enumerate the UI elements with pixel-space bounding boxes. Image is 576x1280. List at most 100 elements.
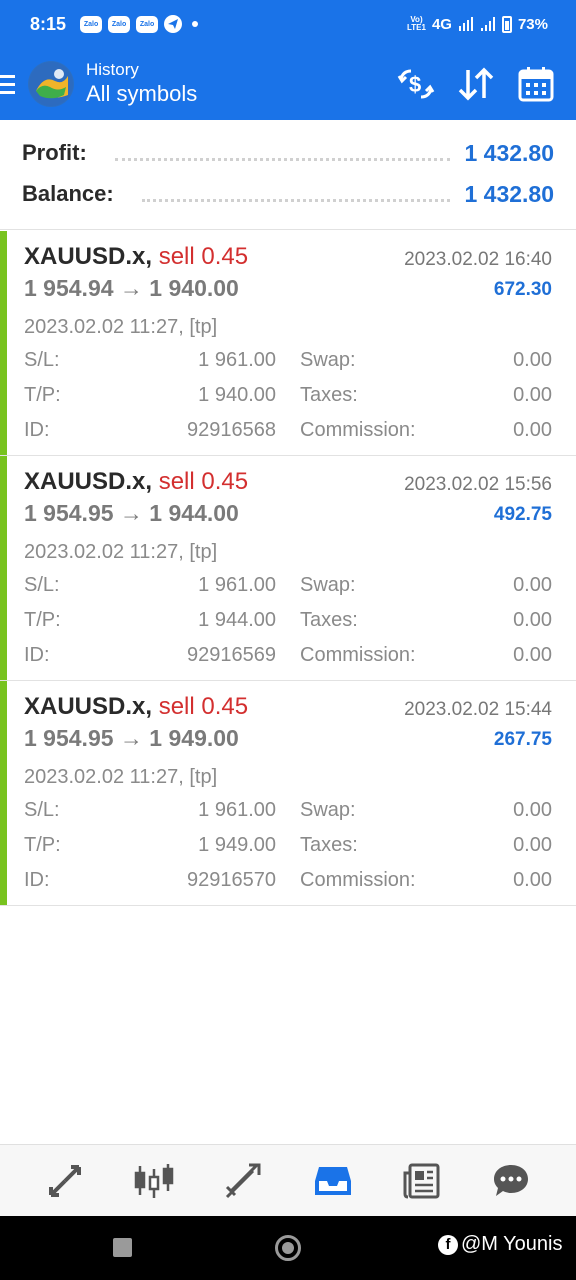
deal-close-time: 2023.02.02 15:56 [404,474,552,495]
deal-symbol: XAUUSD.x, [24,468,153,495]
zalo-icon: Zalo [136,15,159,33]
deal-row-tp: T/P: 1 940.00 Taxes: 0.00 [24,384,552,414]
svg-text:$: $ [409,72,421,97]
notification-icons: Zalo Zalo Zalo [80,15,199,33]
dotted-leader [141,192,451,202]
deal-symbol: XAUUSD.x, [24,693,153,720]
swap-label: Swap: [300,799,356,821]
toolbar-titles: History All symbols [86,60,197,108]
currency-exchange-icon[interactable]: $ [396,64,436,104]
signal-icon [458,17,473,31]
deal-type: sell 0.45 [158,468,249,495]
notification-dot-icon [192,21,199,27]
menu-icon[interactable] [0,48,26,120]
battery-icon [501,15,512,33]
telegram-icon [164,15,183,33]
id-value: 92916569 [187,644,276,666]
volte-icon: Vo) LTE1 [406,15,426,32]
swap-label: Swap: [300,574,356,596]
calendar-icon[interactable] [516,64,556,104]
deal-profit: 267.75 [493,729,552,750]
deal-row-id: ID: 92916568 Commission: 0.00 [24,419,552,449]
sort-icon[interactable] [456,64,496,104]
facebook-icon: f [438,1234,458,1255]
trade-icon[interactable] [217,1155,269,1207]
history-icon[interactable] [307,1155,359,1207]
app-toolbar: History All symbols $ [0,48,576,120]
bottom-navigation [0,1144,576,1216]
taxes-value: 0.00 [513,834,552,856]
system-navigation-bar: f @M Younis [0,1216,576,1280]
deal-close-time: 2023.02.02 16:40 [404,249,552,270]
news-icon[interactable] [396,1155,448,1207]
deal-type: sell 0.45 [158,243,249,270]
deal-type: sell 0.45 [158,693,249,720]
messages-icon[interactable] [485,1155,537,1207]
quotes-icon[interactable] [39,1155,91,1207]
deal-row-tp: T/P: 1 949.00 Taxes: 0.00 [24,834,552,864]
toolbar-title[interactable]: All symbols [86,80,197,108]
taxes-label: Taxes: [300,609,358,631]
app-logo [28,61,74,107]
deal-row-sl: S/L: 1 961.00 Swap: 0.00 [24,574,552,604]
swap-value: 0.00 [513,574,552,596]
deal-profit: 672.30 [493,279,552,300]
swap-label: Swap: [300,349,356,371]
deal-item[interactable]: XAUUSD.x, sell 0.45 2023.02.02 16:40 1 9… [0,231,576,456]
home-button[interactable] [275,1235,301,1261]
deal-row-tp: T/P: 1 944.00 Taxes: 0.00 [24,609,552,639]
deal-accent-bar [0,231,7,455]
status-indicators: Vo) LTE1 4G 73% [406,15,548,33]
zalo-icon: Zalo [108,15,131,33]
taxes-value: 0.00 [513,609,552,631]
status-time: 8:15 [30,13,67,34]
dotted-leader [114,151,451,161]
commission-value: 0.00 [513,644,552,666]
deal-item[interactable]: XAUUSD.x, sell 0.45 2023.02.02 15:44 1 9… [0,681,576,906]
deal-row-sl: S/L: 1 961.00 Swap: 0.00 [24,799,552,829]
commission-label: Commission: [300,419,416,441]
profit-row: Profit: 1 432.80 [22,138,554,168]
deal-item[interactable]: XAUUSD.x, sell 0.45 2023.02.02 15:56 1 9… [0,456,576,681]
tp-value: 1 940.00 [198,384,276,406]
deal-prices: 1 954.95 → 1 949.00 [24,725,239,751]
watermark: f @M Younis [438,1233,562,1256]
id-value: 92916568 [187,419,276,441]
history-summary: Profit: 1 432.80 Balance: 1 432.80 [0,120,576,230]
deal-row-sl: S/L: 1 961.00 Swap: 0.00 [24,349,552,379]
balance-row: Balance: 1 432.80 [22,179,554,209]
taxes-label: Taxes: [300,834,358,856]
deal-header: XAUUSD.x, sell 0.45 [24,468,248,496]
deal-header: XAUUSD.x, sell 0.45 [24,693,248,721]
battery-percent: 73% [517,15,548,33]
commission-label: Commission: [300,869,416,891]
deal-row-id: ID: 92916569 Commission: 0.00 [24,644,552,674]
tp-value: 1 949.00 [198,834,276,856]
watermark-text: @M Younis [461,1233,563,1255]
commission-value: 0.00 [513,419,552,441]
deal-accent-bar [0,681,7,905]
balance-label: Balance: [22,181,114,206]
network-type: 4G [431,15,452,33]
profit-value: 1 432.80 [464,139,554,166]
deal-symbol: XAUUSD.x, [24,243,153,270]
recent-apps-button[interactable] [113,1238,132,1257]
deal-profit: 492.75 [493,504,552,525]
chart-icon[interactable] [128,1155,180,1207]
balance-value: 1 432.80 [464,180,554,207]
signal-icon-2 [480,17,495,31]
deal-close-time: 2023.02.02 15:44 [404,699,552,720]
toolbar-actions: $ [396,64,576,104]
deal-row-id: ID: 92916570 Commission: 0.00 [24,869,552,899]
tp-value: 1 944.00 [198,609,276,631]
id-value: 92916570 [187,869,276,891]
commission-label: Commission: [300,644,416,666]
deal-prices: 1 954.95 → 1 944.00 [24,500,239,526]
deal-accent-bar [0,456,7,680]
profit-label: Profit: [22,140,87,165]
deal-header: XAUUSD.x, sell 0.45 [24,243,248,271]
sl-value: 1 961.00 [198,574,276,596]
deal-open-time: 2023.02.02 11:27, [tp] [24,766,218,788]
toolbar-subtitle: History [86,60,139,79]
sl-value: 1 961.00 [198,799,276,821]
